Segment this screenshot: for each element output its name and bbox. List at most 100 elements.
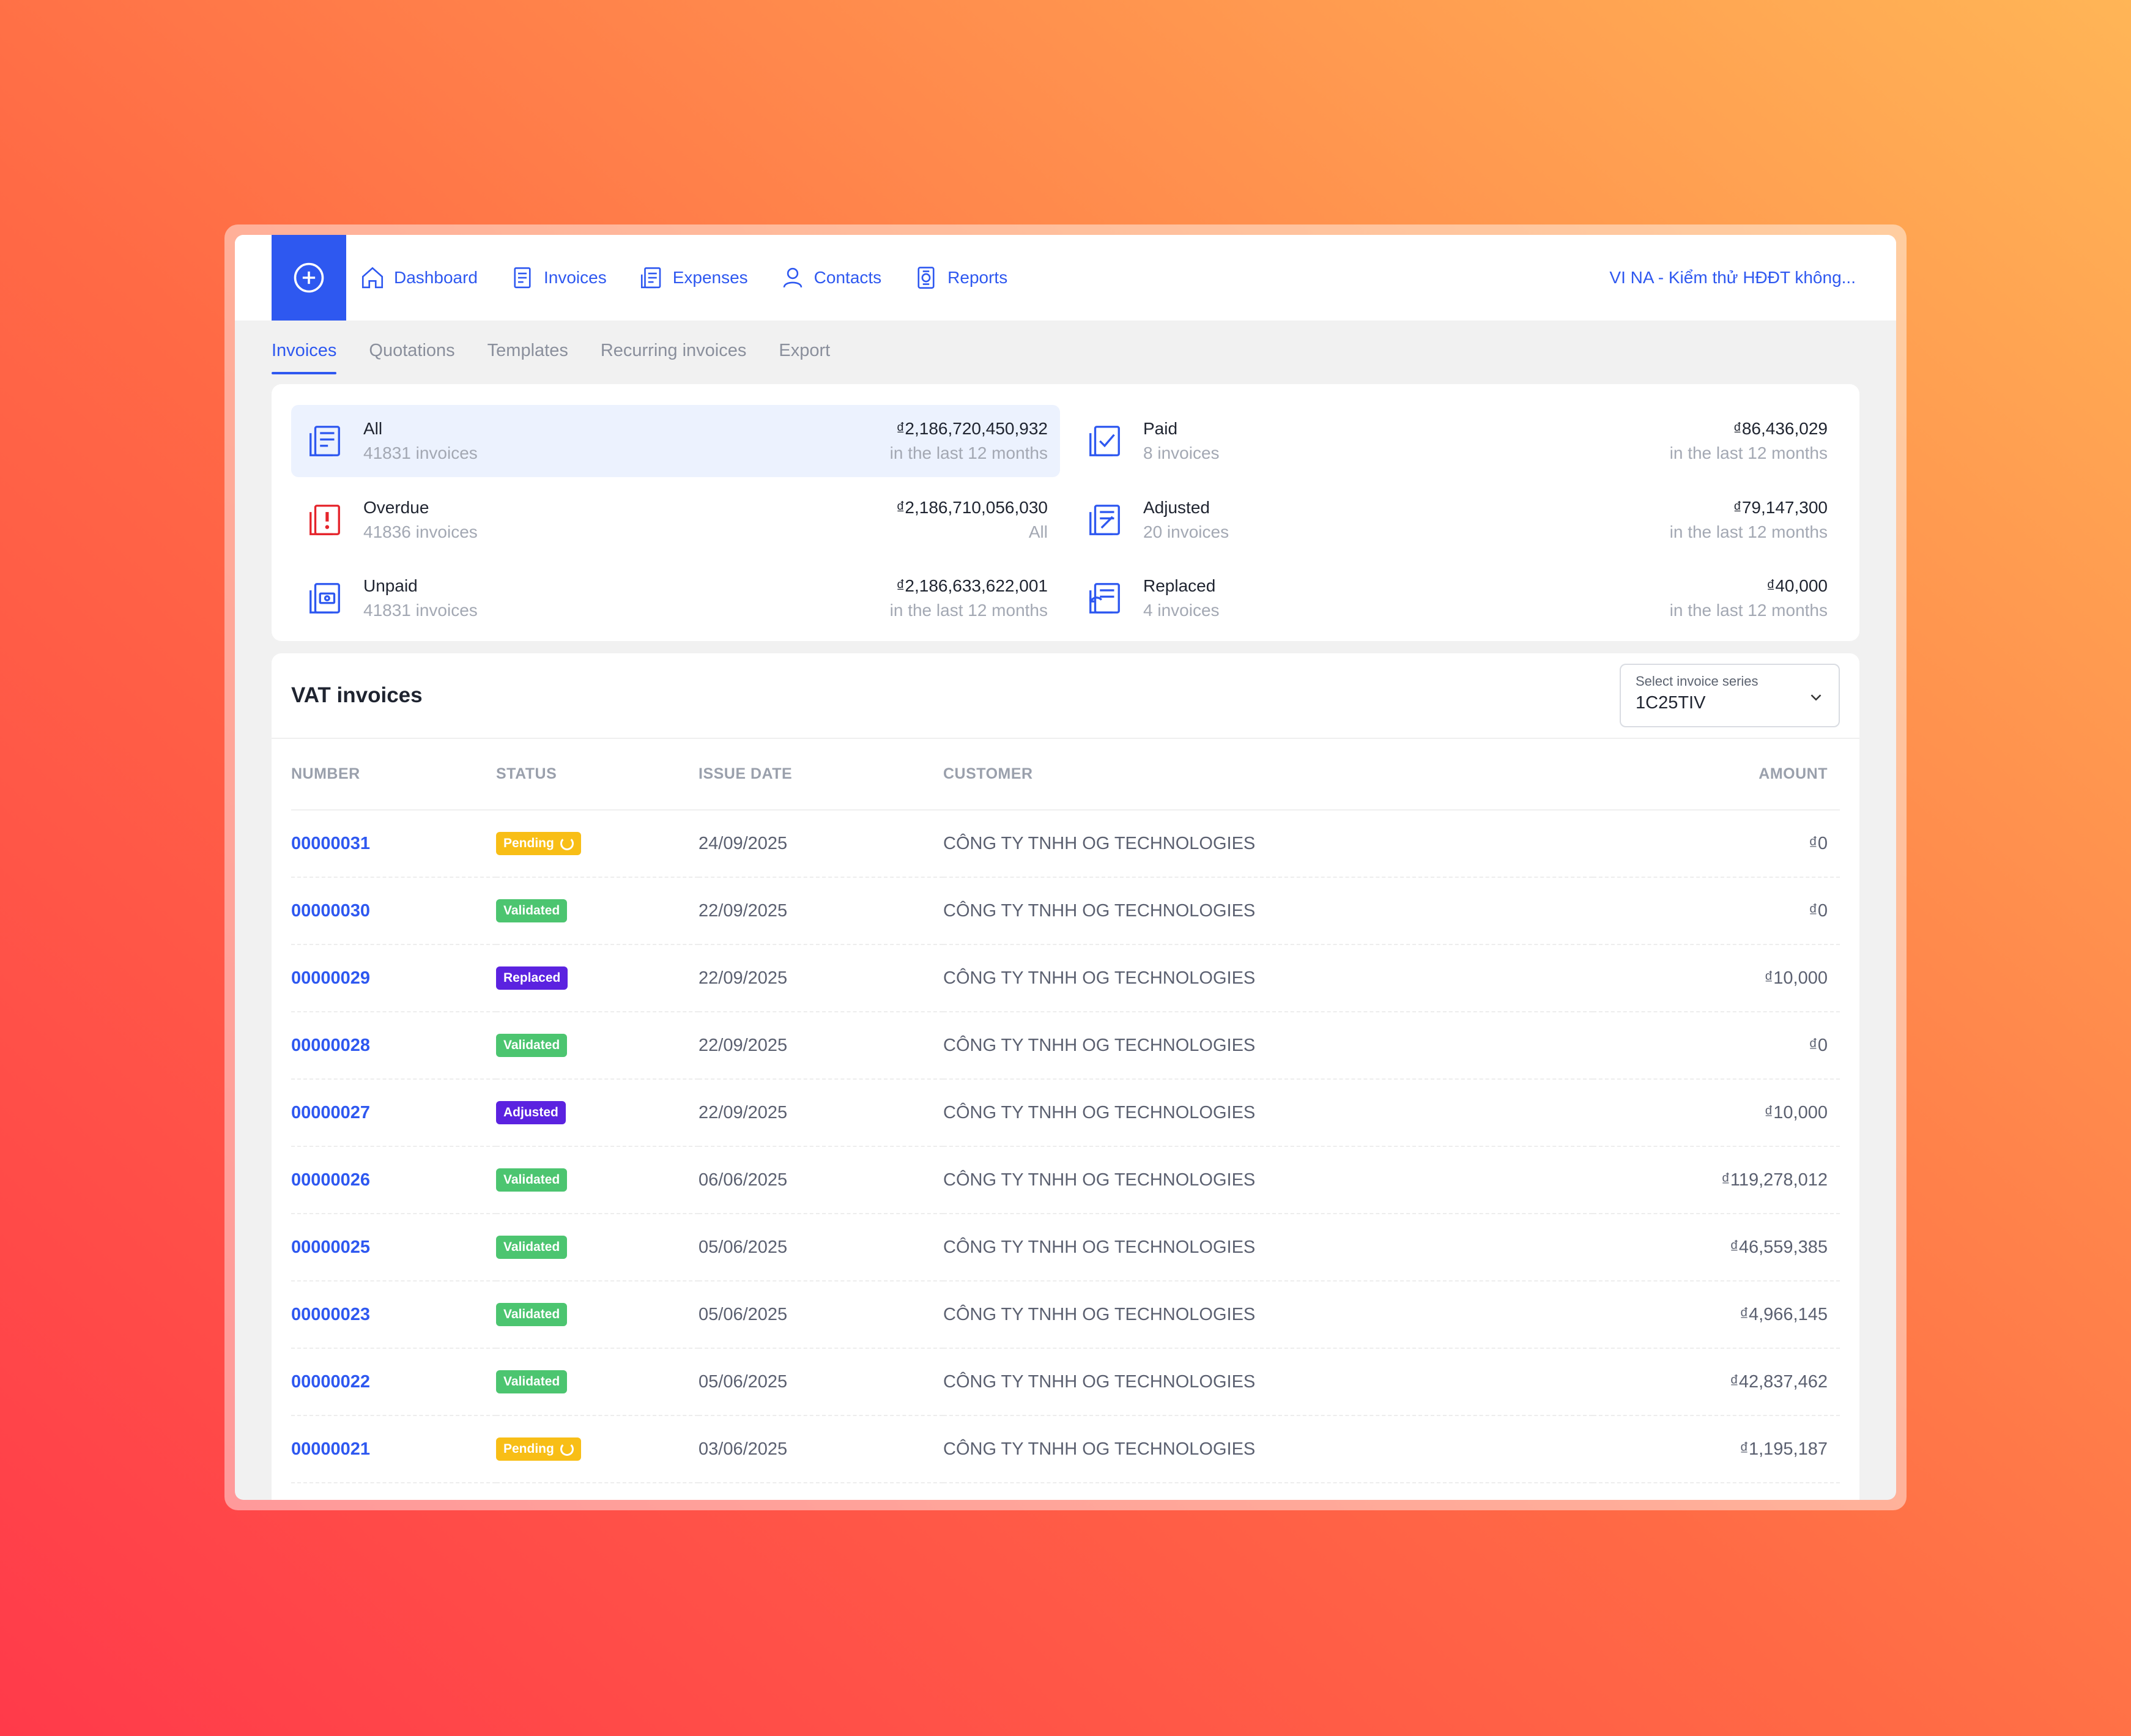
summary-paid[interactable]: Paid 8 invoices ₫86,436,029 in the last 12… (1071, 405, 1840, 477)
app-window: Dashboard Invoices Expenses Contacts Rep… (235, 235, 1896, 1500)
table-row[interactable]: 00000031 Pending 24/09/2025 CÔNG TY TNHH OG… (291, 810, 1840, 878)
invoice-icon (514, 267, 531, 289)
table-row[interactable]: 00000030 Validated 22/09/2025 CÔNG TY TNHH … (291, 877, 1840, 945)
issue-date: 06/06/2025 (699, 1146, 943, 1214)
invoice-number[interactable]: 00000030 (291, 877, 496, 945)
top-navigation: Dashboard Invoices Expenses Contacts Rep… (235, 235, 1896, 321)
summary-unpaid[interactable]: Unpaid 41831 invoices ₫2,186,633,622,001 i… (291, 562, 1060, 634)
tab-invoices[interactable]: Invoices (272, 341, 337, 374)
invoice-number[interactable]: 00000023 (291, 1281, 496, 1349)
customer-name: CÔNG TY TNHH OG TECHNOLOGIES (943, 1348, 1593, 1416)
summary-adjusted-period: in the last 12 months (1669, 522, 1828, 541)
invoice-amount: ₫0 (1593, 810, 1840, 878)
unpaid-money-icon (309, 583, 340, 614)
organization-switcher[interactable]: VI NA - Kiểm thử HĐĐT không... (1609, 268, 1856, 287)
column-issue-date[interactable]: ISSUE DATE (699, 739, 943, 811)
nav-contacts[interactable]: Contacts (780, 265, 881, 291)
invoice-number[interactable]: 00000027 (291, 1079, 496, 1147)
invoice-number[interactable]: 00000022 (291, 1348, 496, 1416)
summary-all[interactable]: All 41831 invoices ₫2,186,720,450,932 in t… (291, 405, 1060, 477)
customer-name: CÔNG TY TNHH OG TECHNOLOGIES (943, 944, 1593, 1012)
summary-overdue[interactable]: Overdue 41836 invoices ₫2,186,710,056,030… (291, 484, 1060, 556)
table-row[interactable]: 00000029 Replaced 22/09/2025 CÔNG TY TNHH O… (291, 944, 1840, 1012)
invoice-number[interactable]: 00000021 (291, 1415, 496, 1483)
invoice-amount: ₫10,000 (1593, 944, 1840, 1012)
loading-spinner-icon (560, 837, 574, 850)
summary-unpaid-count: 41831 invoices (363, 601, 478, 620)
summary-overdue-count: 41836 invoices (363, 522, 478, 541)
nav-reports-label: Reports (947, 268, 1008, 287)
table-row[interactable]: 00000021 Pending 03/06/2025 CÔNG TY TNHH OG… (291, 1415, 1840, 1483)
summary-replaced[interactable]: Replaced 4 invoices ₫40,000 in the last 12… (1071, 562, 1840, 634)
documents-icon (309, 426, 340, 456)
invoices-table: NUMBER STATUS ISSUE DATE CUSTOMER AMOUNT… (291, 739, 1840, 1483)
invoice-amount: ₫119,278,012 (1593, 1146, 1840, 1214)
column-status[interactable]: STATUS (496, 739, 699, 811)
status-badge: Replaced (496, 966, 568, 990)
invoice-amount: ₫0 (1593, 1012, 1840, 1080)
replaced-icon (1089, 583, 1120, 614)
summary-adjusted-count: 20 invoices (1143, 522, 1229, 541)
invoice-amount: ₫0 (1593, 877, 1840, 945)
issue-date: 22/09/2025 (699, 1079, 943, 1147)
paid-check-icon (1089, 426, 1120, 456)
column-amount[interactable]: AMOUNT (1593, 739, 1840, 811)
chevron-down-icon (1810, 694, 1822, 701)
issue-date: 22/09/2025 (699, 1012, 943, 1080)
issue-date: 22/09/2025 (699, 944, 943, 1012)
issue-date: 03/06/2025 (699, 1415, 943, 1483)
summary-adjusted[interactable]: Adjusted 20 invoices ₫79,147,300 in the la… (1071, 484, 1840, 556)
plus-circle-icon (294, 262, 324, 293)
status-badge: Validated (496, 1236, 568, 1259)
status-badge-label: Pending (503, 1442, 554, 1456)
nav-reports[interactable]: Reports (913, 265, 1007, 291)
status-badge-label: Validated (503, 1038, 560, 1052)
nav-expenses[interactable]: Expenses (639, 265, 748, 291)
summary-all-amount: ₫2,186,720,450,932 (896, 419, 1048, 438)
create-new-button[interactable] (272, 235, 346, 321)
table-row[interactable]: 00000022 Validated 05/06/2025 CÔNG TY TNHH … (291, 1348, 1840, 1416)
status-cell: Pending (496, 1415, 699, 1483)
customer-name: CÔNG TY TNHH OG TECHNOLOGIES (943, 810, 1593, 878)
status-cell: Validated (496, 877, 699, 945)
vat-invoices-card: VAT invoices Select invoice series 1C25T… (272, 653, 1859, 1500)
status-badge: Validated (496, 1303, 568, 1326)
invoice-series-select[interactable]: Select invoice series 1C25TIV (1620, 664, 1840, 727)
invoice-number[interactable]: 00000028 (291, 1012, 496, 1080)
status-cell: Validated (496, 1281, 699, 1349)
invoice-amount: ₫46,559,385 (1593, 1214, 1840, 1282)
user-icon (783, 267, 802, 288)
status-badge-label: Validated (503, 1374, 560, 1389)
column-customer[interactable]: CUSTOMER (943, 739, 1593, 811)
table-row[interactable]: 00000026 Validated 06/06/2025 CÔNG TY TNHH … (291, 1146, 1840, 1214)
invoice-amount: ₫4,966,145 (1593, 1281, 1840, 1349)
table-row[interactable]: 00000027 Adjusted 22/09/2025 CÔNG TY TNHH O… (291, 1079, 1840, 1147)
status-cell: Validated (496, 1348, 699, 1416)
invoice-amount: ₫42,837,462 (1593, 1348, 1840, 1416)
table-row[interactable]: 00000028 Validated 22/09/2025 CÔNG TY TNHH … (291, 1012, 1840, 1080)
invoice-number[interactable]: 00000026 (291, 1146, 496, 1214)
table-row[interactable]: 00000025 Validated 05/06/2025 CÔNG TY TNHH … (291, 1214, 1840, 1282)
customer-name: CÔNG TY TNHH OG TECHNOLOGIES (943, 1415, 1593, 1483)
tab-templates[interactable]: Templates (487, 341, 568, 365)
tab-export[interactable]: Export (779, 341, 830, 365)
tab-recurring-invoices[interactable]: Recurring invoices (601, 341, 747, 365)
status-cell: Validated (496, 1012, 699, 1080)
table-row[interactable]: 00000023 Validated 05/06/2025 CÔNG TY TNHH … (291, 1281, 1840, 1349)
summary-overdue-period: All (1028, 522, 1048, 541)
nav-dashboard-label: Dashboard (394, 268, 478, 287)
column-number[interactable]: NUMBER (291, 739, 496, 811)
tab-quotations[interactable]: Quotations (369, 341, 454, 365)
summary-unpaid-label: Unpaid (363, 576, 418, 596)
issue-date: 05/06/2025 (699, 1214, 943, 1282)
invoice-series-caption: Select invoice series (1636, 673, 1759, 689)
invoice-number[interactable]: 00000031 (291, 810, 496, 878)
status-badge: Adjusted (496, 1101, 566, 1124)
nav-invoices[interactable]: Invoices (510, 265, 607, 291)
overdue-alert-icon (309, 504, 340, 535)
nav-expenses-label: Expenses (672, 268, 748, 287)
customer-name: CÔNG TY TNHH OG TECHNOLOGIES (943, 1146, 1593, 1214)
nav-dashboard[interactable]: Dashboard (360, 265, 478, 291)
invoice-number[interactable]: 00000029 (291, 944, 496, 1012)
invoice-number[interactable]: 00000025 (291, 1214, 496, 1282)
